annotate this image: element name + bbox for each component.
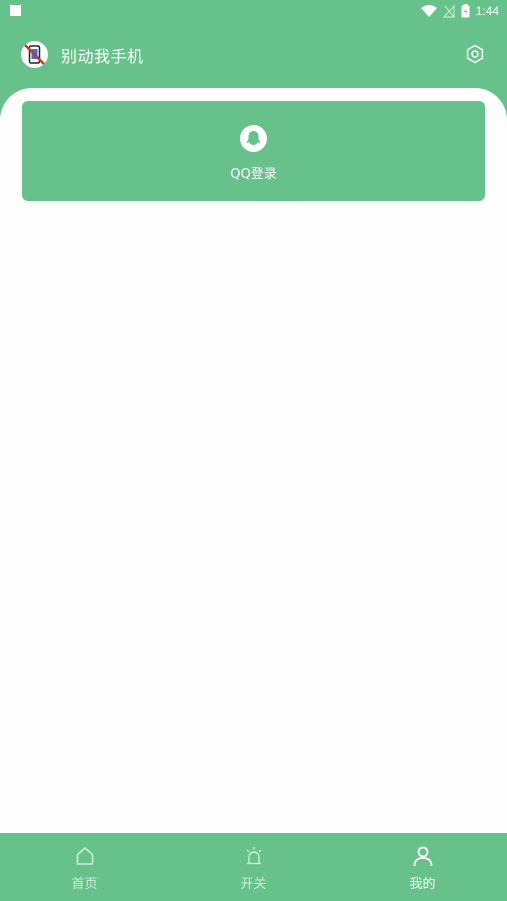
nav-item-switch[interactable]: 开关 — [169, 833, 338, 901]
battery-icon — [461, 4, 470, 18]
settings-button[interactable] — [465, 44, 485, 64]
app-logo-icon — [21, 41, 48, 68]
main-content: QQ登录 — [0, 88, 507, 833]
qq-icon — [240, 125, 267, 152]
nav-label-mine: 我的 — [409, 877, 436, 892]
nav-label-home: 首页 — [71, 877, 98, 892]
status-icons: 1:44 — [420, 3, 499, 19]
qq-login-button[interactable]: QQ登录 — [22, 101, 485, 201]
wifi-icon — [420, 4, 437, 17]
user-icon — [413, 846, 432, 867]
app-header: 别动我手机 — [0, 22, 507, 88]
status-time: 1:44 — [475, 4, 499, 18]
nav-item-home[interactable]: 首页 — [0, 833, 169, 901]
gear-icon — [466, 44, 484, 64]
status-bar: 1:44 — [0, 0, 507, 22]
no-signal-icon — [442, 4, 455, 18]
qq-login-label: QQ登录 — [230, 167, 277, 182]
alarm-light-icon — [246, 847, 261, 865]
nav-item-mine[interactable]: 我的 — [338, 833, 507, 901]
nav-label-switch: 开关 — [240, 877, 267, 892]
home-icon — [76, 847, 93, 865]
notification-icon — [10, 5, 21, 16]
bottom-nav: 首页 开关 我的 — [0, 833, 507, 901]
app-title: 别动我手机 — [61, 47, 144, 66]
